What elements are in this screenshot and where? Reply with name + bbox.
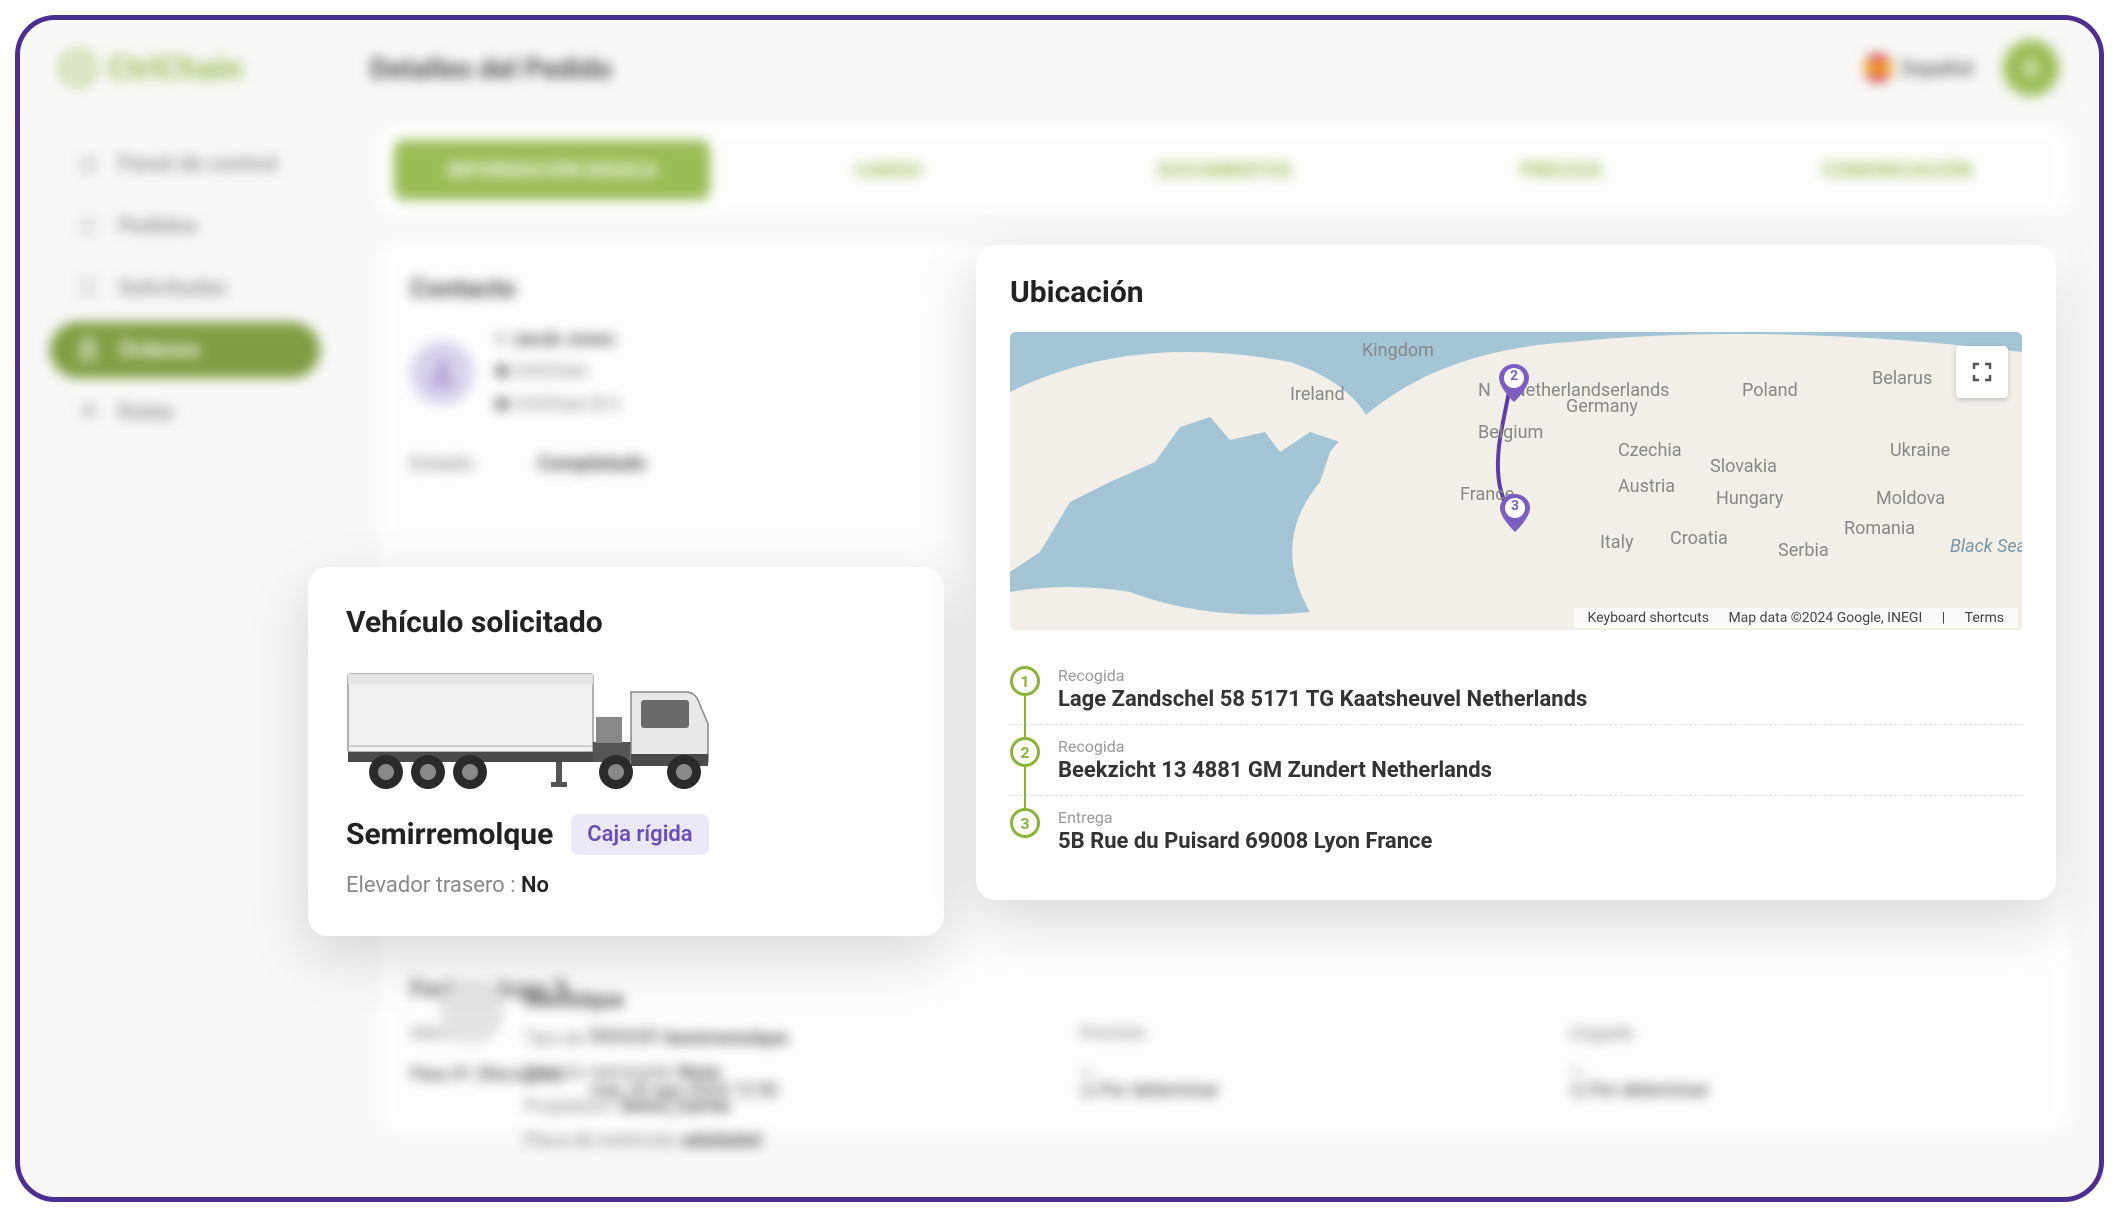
map-label-poland: Poland <box>1742 380 1798 401</box>
stop-address: Beekzicht 13 4881 GM Zundert Netherlands <box>1058 758 2022 783</box>
sidebar-item-label: Rutas <box>118 400 175 425</box>
stop-item: 2 Recogida Beekzicht 13 4881 GM Zundert … <box>1010 725 2022 796</box>
map-label-hungary: Hungary <box>1716 488 1783 509</box>
person-icon: ⚲ <box>494 329 507 350</box>
stop-type: Recogida <box>1058 737 2022 756</box>
map-label-ireland: Ireland <box>1290 384 1345 405</box>
sidebar-item-label: Solicitudes <box>118 276 227 301</box>
contact-name: Jacob Jones <box>512 329 615 350</box>
dt-header-eta: Previsto <box>1080 1023 1550 1044</box>
tab-cargo[interactable]: CARGO <box>730 140 1046 200</box>
clipboard-icon <box>74 336 102 364</box>
map-label-moldova: Moldova <box>1876 488 1945 509</box>
status-value: Completado <box>537 451 646 475</box>
stop-number-badge: 2 <box>1010 737 1040 767</box>
sidebar-item-label: Órdenes <box>118 338 201 363</box>
map-terms-link[interactable]: Terms <box>1965 610 2004 626</box>
map-label-ukraine: Ukraine <box>1890 440 1950 461</box>
sidebar-item-rutas[interactable]: ⟲ Rutas <box>50 384 320 440</box>
status-label: Estado: <box>410 451 477 475</box>
sidebar: ◷ Panel de control ⬡ Pedidos ☐ Solicitud… <box>20 116 350 1202</box>
contact-company: CtrlChain <box>514 361 588 382</box>
sidebar-item-dashboard[interactable]: ◷ Panel de control <box>50 136 320 192</box>
map-label-slovakia: Slovakia <box>1710 456 1777 477</box>
map-fullscreen-button[interactable] <box>1956 346 2008 398</box>
stop-type: Recogida <box>1058 666 2022 685</box>
building-icon: ⬢ <box>494 394 510 415</box>
avatar[interactable]: A <box>2003 40 2059 96</box>
map-label-czechia: Czechia <box>1618 440 1682 461</box>
tab-documents[interactable]: DOCUMENTOS <box>1066 140 1382 200</box>
tabs: INFORMACIÓN BÁSICA CARGO DOCUMENTOS PREC… <box>380 126 2069 214</box>
map-label-italy: Italy <box>1600 532 1633 553</box>
package-icon: ⬡ <box>74 212 102 240</box>
stop-number-badge: 1 <box>1010 666 1040 696</box>
dt-arrival: En ◷ Por determinar <box>1569 1064 2039 1101</box>
map-label-belgium: Belgium <box>1478 422 1543 443</box>
map-label-serbia: Serbia <box>1778 540 1829 561</box>
sidebar-item-label: Panel de control <box>118 152 278 177</box>
map-label-black-sea: Black Sea <box>1950 536 2022 557</box>
stops-list: 1 Recogida Lage Zandschel 58 5171 TG Kaa… <box>1010 654 2022 866</box>
map-label-croatia: Croatia <box>1670 528 1728 549</box>
inbox-icon: ☐ <box>74 274 102 302</box>
body-type-badge: Caja rígida <box>571 814 708 855</box>
tail-lift-row: Elevador trasero : No <box>346 873 906 898</box>
vehicle-requested-card: Vehículo solicitado <box>308 567 944 936</box>
page-title: Detalles del Pedido <box>370 52 1864 85</box>
stop-item: 1 Recogida Lage Zandschel 58 5171 TG Kaa… <box>1010 654 2022 725</box>
route-icon: ⟲ <box>74 398 102 426</box>
tab-basic-info[interactable]: INFORMACIÓN BÁSICA <box>394 140 710 200</box>
map-label-belarus: Belarus <box>1872 368 1932 389</box>
contact-entity: CtrlChain B.V. <box>514 394 622 415</box>
sidebar-item-label: Pedidos <box>118 214 198 239</box>
dashboard-icon: ◷ <box>74 150 102 178</box>
tab-prices[interactable]: PRECIOS <box>1403 140 1719 200</box>
location-card-title: Ubicación <box>1010 275 2022 310</box>
vehicle-card-title: Vehículo solicitado <box>346 605 906 640</box>
map-pin-3[interactable]: 3 <box>1500 494 1530 532</box>
sidebar-item-ordenes[interactable]: Órdenes <box>50 322 320 378</box>
dt-header-arrival: Llegada <box>1569 1023 2039 1044</box>
truck-illustration-icon <box>346 662 726 792</box>
logo[interactable]: CtrlChain <box>60 49 370 87</box>
location-card: Ubicación Ireland Kingdom NNetherlandser… <box>976 245 2056 900</box>
language-label: Español <box>1902 56 1973 80</box>
stop-type: Entrega <box>1058 808 2022 827</box>
map-label-kingdom: Kingdom <box>1362 340 1434 361</box>
sidebar-item-pedidos[interactable]: ⬡ Pedidos <box>50 198 320 254</box>
brand-name: CtrlChain <box>108 49 242 87</box>
building-icon: ⬢ <box>494 361 510 382</box>
map-data-copyright: Map data ©2024 Google, INEGI <box>1728 610 1922 626</box>
map-keyboard-shortcuts[interactable]: Keyboard shortcuts <box>1588 610 1709 626</box>
trailer-icon <box>440 980 504 1044</box>
sidebar-item-solicitudes[interactable]: ☐ Solicitudes <box>50 260 320 316</box>
stop-number-badge: 3 <box>1010 808 1040 838</box>
flag-spain-icon <box>1864 54 1892 82</box>
stop-address: 5B Rue du Puisard 69008 Lyon France <box>1058 829 2022 854</box>
vehicle-type: Semirremolque <box>346 817 553 852</box>
map-label-romania: Romania <box>1844 518 1915 539</box>
app-header: CtrlChain Detalles del Pedido Español A <box>20 20 2099 116</box>
logo-icon <box>60 50 96 86</box>
map[interactable]: Ireland Kingdom NNetherlandserlands Belg… <box>1010 332 2022 630</box>
tab-communication[interactable]: COMUNICACIÓN <box>1739 140 2055 200</box>
map-label-germany: Germany <box>1566 396 1638 417</box>
dt-eta: En ◷ Por determinar <box>1080 1064 1550 1101</box>
trailer-title: Remolque <box>524 980 788 1022</box>
contact-avatar-icon <box>410 341 474 405</box>
language-selector[interactable]: Español <box>1864 54 1973 82</box>
map-label-austria: Austria <box>1618 476 1675 497</box>
map-pin-2[interactable]: 2 <box>1499 364 1529 402</box>
stop-item: 3 Entrega 5B Rue du Puisard 69008 Lyon F… <box>1010 796 2022 866</box>
stop-address: Lage Zandschel 58 5171 TG Kaatsheuvel Ne… <box>1058 687 2022 712</box>
map-attribution: Keyboard shortcuts Map data ©2024 Google… <box>1574 608 2019 628</box>
